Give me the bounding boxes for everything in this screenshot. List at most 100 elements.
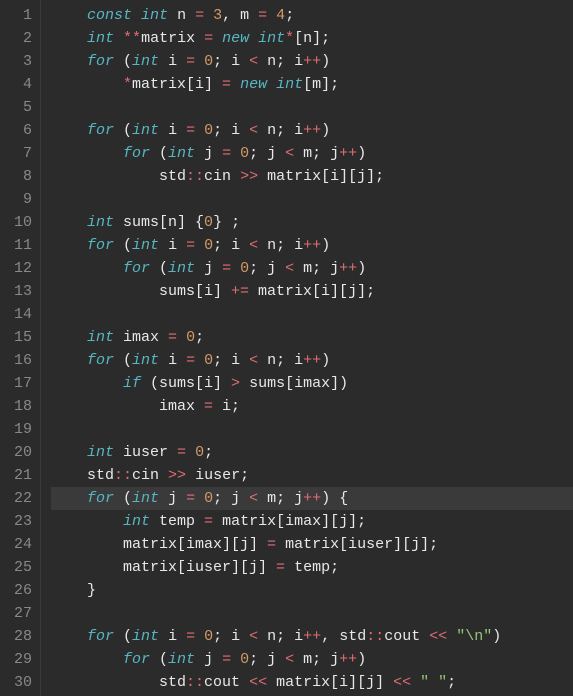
token-kw: int xyxy=(276,76,303,93)
token-kw: for xyxy=(123,260,150,277)
code-line[interactable]: for (int i = 0; i < n; i++) xyxy=(51,50,573,73)
token-op: = xyxy=(186,352,195,369)
token-pun: ( xyxy=(114,490,132,507)
token-pun: std xyxy=(51,168,186,185)
line-number: 5 xyxy=(6,96,32,119)
code-line[interactable]: for (int i = 0; i < n; i++, std::cout <<… xyxy=(51,625,573,648)
token-pun xyxy=(267,7,276,24)
code-editor: 1234567891011121314151617181920212223242… xyxy=(0,0,573,696)
token-pun: i; xyxy=(213,398,240,415)
code-line[interactable]: for (int j = 0; j < m; j++) xyxy=(51,257,573,280)
code-line[interactable]: int iuser = 0; xyxy=(51,441,573,464)
code-line[interactable]: } xyxy=(51,579,573,602)
line-number: 16 xyxy=(6,349,32,372)
token-op: < xyxy=(249,237,258,254)
code-line[interactable]: const int n = 3, m = 4; xyxy=(51,4,573,27)
code-line[interactable]: matrix[imax][j] = matrix[iuser][j]; xyxy=(51,533,573,556)
token-pun xyxy=(51,628,87,645)
code-line[interactable] xyxy=(51,96,573,119)
code-line[interactable]: matrix[iuser][j] = temp; xyxy=(51,556,573,579)
code-line[interactable]: for (int j = 0; j < m; j++) xyxy=(51,648,573,671)
token-pun: sums[imax]) xyxy=(240,375,348,392)
token-op: :: xyxy=(186,168,204,185)
code-area[interactable]: const int n = 3, m = 4; int **matrix = n… xyxy=(41,0,573,696)
token-kw: int xyxy=(132,122,159,139)
token-pun xyxy=(447,628,456,645)
token-pun: std xyxy=(51,467,114,484)
token-pun: cin xyxy=(204,168,240,185)
token-op: << xyxy=(429,628,447,645)
code-line[interactable] xyxy=(51,303,573,326)
token-pun: ( xyxy=(150,145,168,162)
token-pun: cout xyxy=(384,628,429,645)
token-pun: ( xyxy=(114,237,132,254)
token-pun: j xyxy=(159,490,186,507)
code-line[interactable]: for (int i = 0; i < n; i++) xyxy=(51,234,573,257)
code-line[interactable]: imax = i; xyxy=(51,395,573,418)
code-line[interactable]: int **matrix = new int*[n]; xyxy=(51,27,573,50)
token-kw: int xyxy=(132,352,159,369)
token-pun: ) xyxy=(357,651,366,668)
line-number: 26 xyxy=(6,579,32,602)
code-line[interactable]: int sums[n] {0} ; xyxy=(51,211,573,234)
code-line[interactable]: std::cin >> iuser; xyxy=(51,464,573,487)
token-kw: int xyxy=(141,7,168,24)
token-kw: int xyxy=(132,490,159,507)
token-op: = xyxy=(168,329,177,346)
code-line[interactable]: int imax = 0; xyxy=(51,326,573,349)
token-pun: ) xyxy=(321,237,330,254)
code-line[interactable]: std::cin >> matrix[i][j]; xyxy=(51,165,573,188)
line-number: 24 xyxy=(6,533,32,556)
token-op: < xyxy=(249,122,258,139)
line-number: 25 xyxy=(6,556,32,579)
token-pun: ( xyxy=(114,352,132,369)
token-kw: int xyxy=(87,214,114,231)
code-line[interactable]: for (int i = 0; i < n; i++) xyxy=(51,119,573,142)
token-num: 0 xyxy=(195,444,204,461)
token-pun xyxy=(177,329,186,346)
token-pun: ; j xyxy=(249,260,285,277)
token-pun: i xyxy=(159,53,186,70)
token-pun xyxy=(195,122,204,139)
line-number: 2 xyxy=(6,27,32,50)
token-num: 0 xyxy=(240,260,249,277)
line-number: 19 xyxy=(6,418,32,441)
token-pun xyxy=(195,237,204,254)
token-kw: int xyxy=(132,628,159,645)
token-pun: i xyxy=(159,352,186,369)
line-number: 17 xyxy=(6,372,32,395)
token-pun: [n]; xyxy=(294,30,330,47)
token-pun: ) xyxy=(357,260,366,277)
token-pun: ; i xyxy=(213,352,249,369)
code-line[interactable]: *matrix[i] = new int[m]; xyxy=(51,73,573,96)
token-op: = xyxy=(258,7,267,24)
token-pun: n; i xyxy=(258,237,303,254)
token-op: = xyxy=(204,398,213,415)
token-pun xyxy=(51,30,87,47)
token-op: ++ xyxy=(339,260,357,277)
code-line[interactable]: for (int j = 0; j < m; j++) xyxy=(51,142,573,165)
code-line[interactable] xyxy=(51,418,573,441)
code-line[interactable]: int temp = matrix[imax][j]; xyxy=(51,510,573,533)
code-line[interactable]: std::cout << matrix[i][j] << " "; xyxy=(51,671,573,694)
token-pun: m; j xyxy=(294,651,339,668)
token-pun xyxy=(51,7,87,24)
code-line[interactable]: sums[i] += matrix[i][j]; xyxy=(51,280,573,303)
token-pun xyxy=(51,513,123,530)
token-num: 0 xyxy=(204,352,213,369)
code-line[interactable]: for (int j = 0; j < m; j++) { xyxy=(51,487,573,510)
line-number: 21 xyxy=(6,464,32,487)
code-line[interactable] xyxy=(51,188,573,211)
token-pun xyxy=(51,260,123,277)
token-num: 0 xyxy=(204,628,213,645)
code-line[interactable] xyxy=(51,602,573,625)
line-number: 8 xyxy=(6,165,32,188)
line-number: 6 xyxy=(6,119,32,142)
token-op: = xyxy=(222,76,231,93)
token-op: >> xyxy=(168,467,186,484)
code-line[interactable]: for (int i = 0; i < n; i++) xyxy=(51,349,573,372)
token-pun: ; j xyxy=(249,651,285,668)
token-pun: ) xyxy=(492,628,501,645)
token-pun: ) xyxy=(321,352,330,369)
code-line[interactable]: if (sums[i] > sums[imax]) xyxy=(51,372,573,395)
